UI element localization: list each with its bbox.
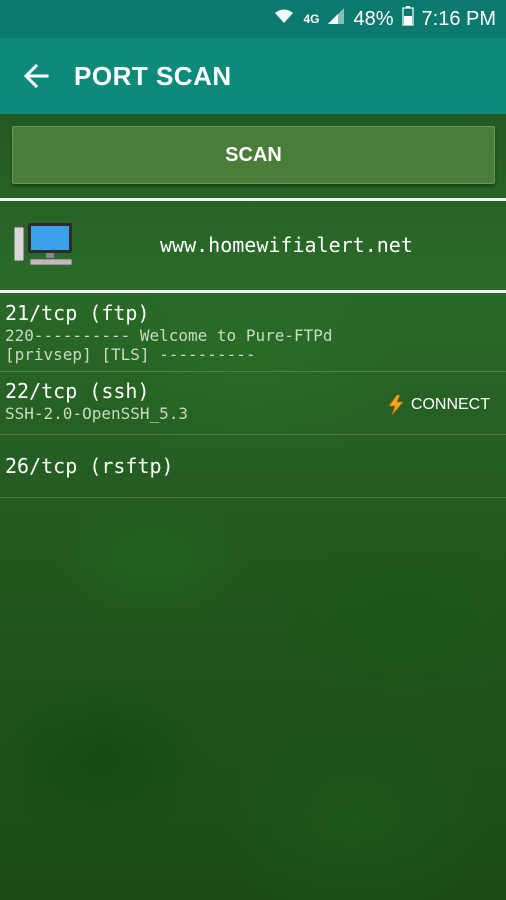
back-button[interactable] (14, 54, 58, 98)
signal-icon (327, 7, 345, 31)
wifi-icon (273, 7, 295, 31)
scan-button[interactable]: SCAN (12, 126, 495, 184)
page-title: PORT SCAN (74, 61, 232, 91)
host-name: www.homewifialert.net (160, 233, 413, 257)
clock: 7:16 PM (421, 7, 496, 30)
list-item[interactable]: 22/tcp (ssh) SSH-2.0-OpenSSH_5.3 CONNECT (0, 372, 506, 435)
battery-icon (401, 6, 414, 32)
lightning-icon (388, 395, 404, 415)
status-bar: 4G 48% 7:16 PM (0, 0, 506, 38)
host-row: www.homewifialert.net (0, 201, 506, 291)
app-bar: PORT SCAN (0, 38, 506, 114)
scan-area: SCAN (0, 114, 506, 198)
port-banner: 220---------- Welcome to Pure-FTPd (5, 326, 333, 345)
battery-percent: 48% (353, 7, 394, 30)
port-title: 21/tcp (ftp) (5, 301, 150, 325)
connect-button[interactable]: CONNECT (387, 395, 490, 415)
port-title: 26/tcp (rsftp) (5, 454, 174, 478)
list-item[interactable]: 26/tcp (rsftp) (0, 435, 506, 498)
computer-icon (13, 223, 74, 267)
connect-label: CONNECT (410, 396, 490, 413)
back-arrow-icon (23, 63, 49, 89)
divider (0, 290, 506, 293)
network-type-label: 4G (303, 12, 320, 26)
port-banner: [privsep] [TLS] ---------- (5, 345, 256, 364)
list-item[interactable]: 21/tcp (ftp) 220---------- Welcome to Pu… (0, 294, 506, 372)
port-list: 21/tcp (ftp) 220---------- Welcome to Pu… (0, 294, 506, 498)
